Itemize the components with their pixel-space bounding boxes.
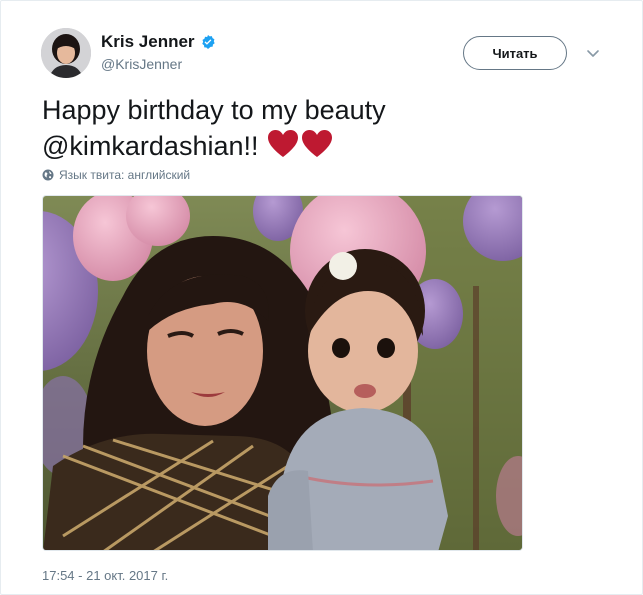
tweet-photo[interactable] [42,195,523,551]
author-name-row: Kris Jenner [101,32,216,52]
language-label: Язык твита: английский [59,168,191,182]
globe-icon [42,169,54,181]
tweet-text: Happy birthday to my beauty @kimkardashi… [42,92,602,164]
hearts-emoji [267,129,333,159]
heart-emoji-icon [301,130,332,157]
photo-image [43,196,522,550]
tweet-text-content: Happy birthday to my beauty @kimkardashi… [42,95,386,161]
chevron-down-icon[interactable] [585,45,601,61]
author-name[interactable]: Kris Jenner [101,32,195,52]
author-handle[interactable]: @KrisJenner [101,56,182,72]
follow-button[interactable]: Читать [463,36,567,70]
heart-emoji-icon [267,130,298,157]
avatar[interactable] [41,28,91,78]
verified-badge-icon [201,35,215,49]
tweet-timestamp[interactable]: 17:54 - 21 окт. 2017 г. [42,568,168,583]
tweet-card: Kris Jenner @KrisJenner Читать Happy bir… [0,0,643,595]
avatar-image [41,28,91,78]
tweet-language-note: Язык твита: английский [42,168,190,182]
